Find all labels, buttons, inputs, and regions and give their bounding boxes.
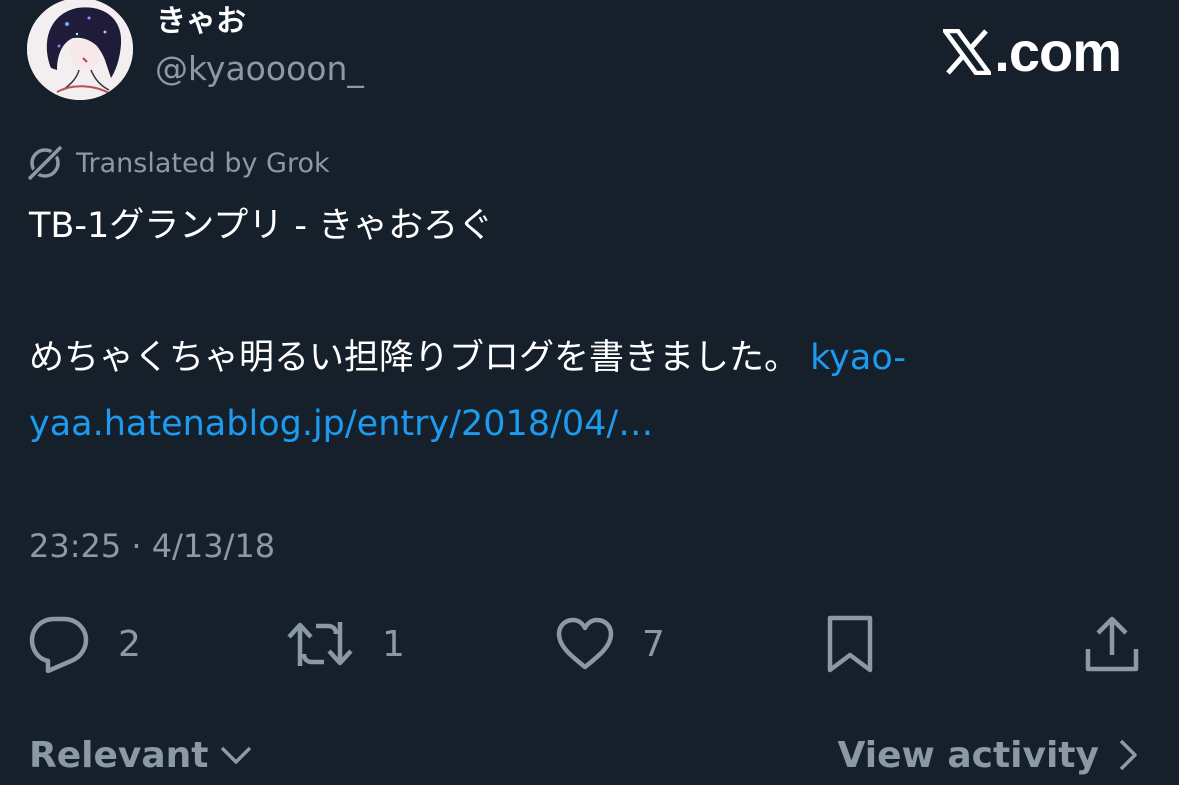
tweet-link-continued[interactable]: yaa.hatenablog.jp/entry/2018/04/… bbox=[29, 404, 653, 444]
repost-icon bbox=[287, 622, 353, 666]
x-logo-icon bbox=[943, 29, 992, 75]
repost-count: 1 bbox=[382, 623, 405, 665]
post-timestamp[interactable]: 23:25 · 4/13/18 bbox=[29, 526, 275, 566]
brand-logo: .com bbox=[943, 20, 1122, 83]
translation-notice[interactable]: Translated by Grok bbox=[26, 142, 330, 184]
reply-button[interactable]: 2 bbox=[28, 612, 141, 676]
tweet-text: めちゃくちゃ明るい担降りブログを書きました。 bbox=[29, 338, 811, 378]
bookmark-button[interactable] bbox=[826, 612, 874, 676]
heart-icon bbox=[556, 617, 614, 670]
translation-label: Translated by Grok bbox=[76, 147, 330, 179]
display-name[interactable]: きゃお bbox=[156, 4, 246, 40]
reply-count: 2 bbox=[118, 623, 141, 665]
tweet-text-line-1: TB-1グランプリ - きゃおろぐ bbox=[29, 206, 494, 246]
post-card: きゃお @kyaoooon_ .com Translated by Grok T… bbox=[0, 0, 1179, 785]
bookmark-icon bbox=[827, 615, 873, 673]
avatar[interactable] bbox=[27, 0, 133, 100]
tweet-link[interactable]: kyao- bbox=[810, 338, 906, 378]
tweet-text-line-3: yaa.hatenablog.jp/entry/2018/04/… bbox=[29, 402, 653, 446]
view-activity-label: View activity bbox=[837, 734, 1099, 776]
tweet-text-line-2: めちゃくちゃ明るい担降りブログを書きました。 kyao- bbox=[29, 336, 906, 380]
repost-button[interactable]: 1 bbox=[286, 612, 405, 676]
like-button[interactable]: 7 bbox=[556, 612, 665, 676]
sort-label: Relevant bbox=[29, 734, 209, 776]
chevron-down-icon bbox=[220, 746, 251, 764]
like-count: 7 bbox=[642, 623, 665, 665]
view-activity-link[interactable]: View activity bbox=[838, 730, 1139, 780]
chevron-right-icon bbox=[1119, 739, 1137, 771]
brand-text: .com bbox=[994, 20, 1122, 83]
sort-replies-dropdown[interactable]: Relevant bbox=[29, 730, 253, 780]
reply-icon bbox=[29, 616, 89, 673]
share-icon bbox=[1085, 616, 1139, 672]
share-button[interactable] bbox=[1084, 612, 1140, 676]
grok-icon bbox=[26, 144, 64, 182]
user-handle[interactable]: @kyaoooon_ bbox=[155, 48, 364, 90]
